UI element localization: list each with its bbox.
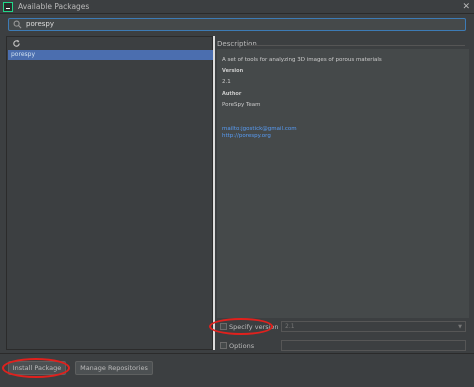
description-pane: Description A set of tools for analyzing… — [217, 40, 469, 318]
pane-splitter[interactable] — [213, 36, 215, 350]
package-name: porespy — [11, 51, 35, 58]
divider — [247, 45, 465, 46]
description-body: A set of tools for analyzing 3D images o… — [217, 49, 469, 318]
homepage-link[interactable]: http://porespy.org — [222, 133, 271, 140]
install-package-button[interactable]: Install Package — [8, 361, 66, 375]
chevron-down-icon: ▼ — [458, 324, 462, 330]
author-heading: Author — [222, 91, 242, 97]
version-select[interactable]: 2.1 ▼ — [281, 321, 466, 332]
specify-version-checkbox[interactable] — [220, 323, 227, 330]
pycharm-icon — [3, 2, 13, 12]
package-list-pane: porespy — [6, 36, 213, 350]
search-input[interactable] — [26, 19, 456, 30]
email-link[interactable]: mailto:jgostick@gmail.com — [222, 126, 297, 133]
description-label: Description — [217, 40, 257, 48]
package-summary: A set of tools for analyzing 3D images o… — [222, 57, 382, 63]
specify-version-row: Specify version — [220, 322, 280, 332]
search-icon — [13, 20, 22, 29]
version-heading: Version — [222, 68, 244, 74]
author-value: PoreSpy Team — [222, 102, 261, 108]
options-label: Options — [229, 342, 255, 350]
search-box[interactable] — [8, 18, 466, 31]
options-checkbox[interactable] — [220, 342, 227, 349]
close-icon[interactable]: ✕ — [462, 1, 470, 13]
version-select-value: 2.1 — [285, 323, 295, 330]
refresh-icon[interactable] — [12, 39, 21, 48]
title-bar: Available Packages ✕ — [0, 0, 474, 14]
manage-repositories-button[interactable]: Manage Repositories — [75, 361, 153, 375]
list-item[interactable]: porespy — [8, 50, 213, 60]
version-value: 2.1 — [222, 79, 231, 85]
options-row: Options — [220, 341, 280, 351]
specify-version-label: Specify version — [229, 323, 279, 331]
options-field[interactable] — [281, 340, 466, 351]
package-list: porespy — [8, 50, 213, 60]
footer-divider — [0, 353, 474, 354]
window-title: Available Packages — [18, 2, 90, 11]
